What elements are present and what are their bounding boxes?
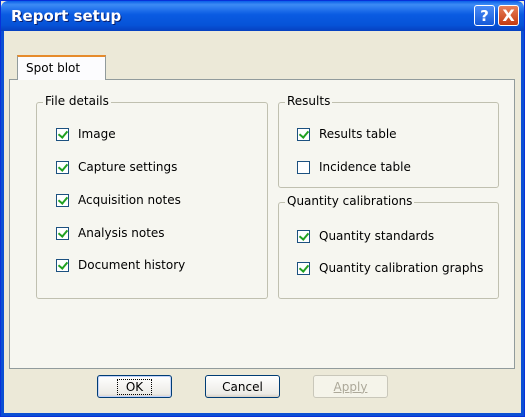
results-legend: Results (285, 94, 333, 108)
checkbox[interactable] (56, 127, 69, 141)
window-title: Report setup (11, 7, 122, 25)
checkbox-label: Quantity standards (319, 229, 435, 243)
checkbox[interactable] (297, 229, 310, 243)
close-icon: X (502, 6, 515, 25)
checkbox[interactable] (56, 258, 69, 272)
checkbox-results-table[interactable]: Results table (297, 127, 397, 141)
checkbox[interactable] (56, 193, 69, 207)
checkbox-acquisition-notes[interactable]: Acquisition notes (56, 193, 181, 207)
results-group: Results Results table Incidence table (278, 94, 499, 188)
ok-label: OK (116, 378, 153, 395)
checkbox-label: Results table (319, 127, 397, 141)
tab-spot-blot[interactable]: Spot blot (17, 55, 106, 80)
report-setup-dialog: Report setup ? X Spot blot File details … (0, 0, 525, 417)
close-button[interactable]: X (498, 5, 519, 26)
checkbox[interactable] (297, 160, 310, 174)
checkbox-label: Capture settings (78, 160, 178, 174)
checkbox-image[interactable]: Image (56, 127, 116, 141)
tab-panel: File details Image Capture settings Acqu… (9, 79, 515, 369)
window-frame-right (521, 31, 524, 416)
ok-button[interactable]: OK (97, 375, 172, 398)
checkbox-label: Image (78, 127, 116, 141)
checkbox-document-history[interactable]: Document history (56, 258, 185, 272)
help-icon: ? (480, 6, 489, 25)
checkbox[interactable] (297, 261, 310, 275)
file-details-legend: File details (43, 94, 111, 108)
apply-button[interactable]: Apply (313, 375, 388, 398)
checkbox-label: Incidence table (319, 160, 411, 174)
checkbox-label: Document history (78, 258, 186, 272)
checkbox-label: Quantity calibration graphs (319, 261, 484, 275)
checkbox-analysis-notes[interactable]: Analysis notes (56, 226, 165, 240)
checkbox-label: Acquisition notes (78, 193, 181, 207)
file-details-group: File details Image Capture settings Acqu… (36, 94, 268, 299)
apply-label: Apply (333, 379, 368, 394)
cancel-label: Cancel (222, 379, 263, 394)
quantity-calibrations-group: Quantity calibrations Quantity standards… (278, 194, 499, 299)
window-frame-bottom (1, 413, 524, 416)
checkbox[interactable] (56, 160, 69, 174)
tab-label: Spot blot (26, 61, 81, 75)
quantity-calibrations-legend: Quantity calibrations (285, 194, 415, 208)
checkbox-quantity-calibration-graphs[interactable]: Quantity calibration graphs (297, 261, 483, 275)
window-frame-left (1, 31, 4, 416)
checkbox[interactable] (297, 127, 310, 141)
checkbox[interactable] (56, 226, 69, 240)
checkbox-quantity-standards[interactable]: Quantity standards (297, 229, 434, 243)
title-bar[interactable]: Report setup ? X (1, 1, 524, 31)
cancel-button[interactable]: Cancel (205, 375, 280, 398)
checkbox-label: Analysis notes (78, 226, 165, 240)
checkbox-capture-settings[interactable]: Capture settings (56, 160, 177, 174)
checkbox-incidence-table[interactable]: Incidence table (297, 160, 411, 174)
help-button[interactable]: ? (474, 5, 495, 26)
